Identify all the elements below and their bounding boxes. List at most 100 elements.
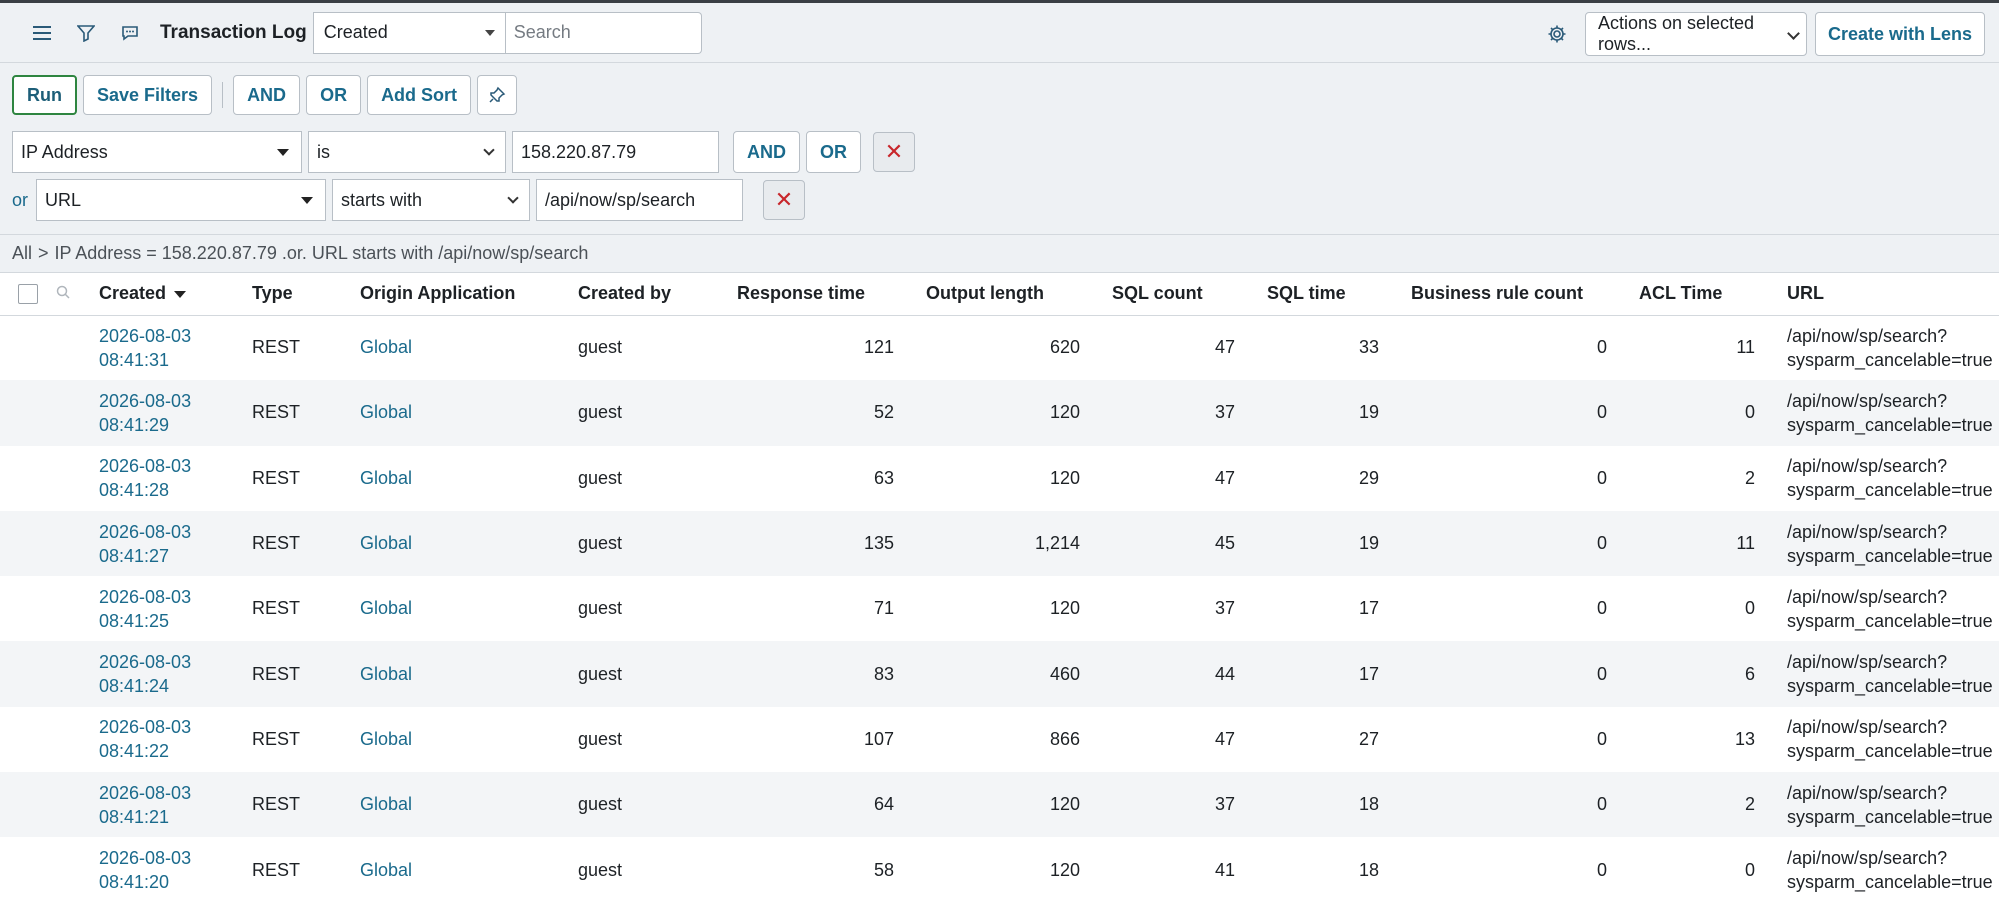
close-icon[interactable]: ✕ <box>763 180 805 220</box>
created-date: 2026-08-03 <box>99 782 192 803</box>
type-cell: REST <box>252 467 301 488</box>
add-sort-button[interactable]: Add Sort <box>367 75 472 115</box>
run-button[interactable]: Run <box>12 75 77 115</box>
url-cell: /api/now/sp/search? sysparm_cancelable=tr… <box>1781 641 1999 707</box>
sql-time-cell: 33 <box>1358 337 1379 358</box>
column-header-created-by[interactable]: Created by <box>572 273 731 316</box>
response-time-cell: 83 <box>731 641 920 707</box>
close-icon[interactable]: ✕ <box>873 132 915 172</box>
table-row[interactable]: 2026-08-03 08:41:24 REST Global guest 83 460 44… <box>0 641 1999 707</box>
url-line-1: /api/now/sp/search? <box>1787 521 1948 542</box>
table-row[interactable]: 2026-08-03 08:41:21 REST Global guest 64 120 37… <box>0 772 1999 838</box>
actions-select[interactable]: Actions on selected rows... <box>1584 12 1807 56</box>
column-header-sql-time[interactable]: SQL time <box>1261 273 1405 316</box>
condition-and-button[interactable]: AND <box>733 131 800 173</box>
column-header-url[interactable]: URL <box>1781 273 1999 316</box>
url-cell: /api/now/sp/search? sysparm_cancelable=tr… <box>1781 837 1999 902</box>
funnel-icon[interactable] <box>64 11 108 55</box>
origin-cell: Global <box>354 837 572 902</box>
origin-application-link[interactable]: Global <box>360 664 412 684</box>
origin-application-link[interactable]: Global <box>360 402 412 422</box>
menu-icon[interactable] <box>20 11 64 55</box>
origin-application-link[interactable]: Global <box>360 860 412 880</box>
column-header-type[interactable]: Type <box>246 273 354 316</box>
row-select-cell <box>0 707 50 772</box>
table-row[interactable]: 2026-08-03 08:41:28 REST Global guest 63 120 47… <box>0 446 1999 511</box>
field-select[interactable]: IP Address <box>12 131 302 173</box>
url-line-2: sysparm_cancelable=true <box>1787 676 1993 697</box>
row-spacer-cell <box>50 576 93 641</box>
operator-select[interactable]: is <box>308 131 506 173</box>
add-or-button[interactable]: OR <box>306 75 362 115</box>
created-time: 08:41:20 <box>99 872 170 893</box>
select-all-checkbox[interactable] <box>18 283 38 304</box>
origin-application-link[interactable]: Global <box>360 598 412 618</box>
condition-or-button[interactable]: OR <box>806 131 861 173</box>
value-input[interactable]: /api/now/sp/search <box>536 179 743 221</box>
save-filters-button[interactable]: Save Filters <box>83 75 213 115</box>
url-line-1: /api/now/sp/search? <box>1787 325 1948 346</box>
acl-time-cell: 2 <box>1744 467 1755 488</box>
operator-select[interactable]: starts with <box>332 179 530 221</box>
origin-cell: Global <box>354 315 572 380</box>
origin-application-link[interactable]: Global <box>360 337 412 357</box>
url-line-2: sysparm_cancelable=true <box>1787 610 1993 631</box>
search-icon[interactable] <box>56 286 70 302</box>
output-length-cell: 120 <box>1049 598 1080 619</box>
operator-select-value: starts with <box>341 189 423 210</box>
created-link[interactable]: 2026-08-03 08:41:28 <box>99 456 191 500</box>
column-header-sql-count[interactable]: SQL count <box>1106 273 1261 316</box>
created-link[interactable]: 2026-08-03 08:41:31 <box>99 326 191 370</box>
table-row[interactable]: 2026-08-03 08:41:25 REST Global guest 71 120 37… <box>0 576 1999 641</box>
created-link[interactable]: 2026-08-03 08:41:25 <box>99 587 191 631</box>
created-date: 2026-08-03 <box>99 652 192 673</box>
created-link[interactable]: 2026-08-03 08:41:21 <box>99 783 191 827</box>
view-select[interactable]: Created <box>312 11 506 54</box>
acl-time-cell: 11 <box>1736 337 1755 358</box>
breadcrumb-separator: > <box>38 243 49 263</box>
column-header-created[interactable]: Created <box>93 273 246 316</box>
created-link[interactable]: 2026-08-03 08:41:27 <box>99 522 191 566</box>
search-input[interactable]: Search <box>505 11 702 54</box>
list-title: Transaction Log <box>160 21 307 43</box>
response-time-cell: 52 <box>731 380 920 446</box>
table-row[interactable]: 2026-08-03 08:41:22 REST Global guest 107 866 4… <box>0 707 1999 772</box>
created-link[interactable]: 2026-08-03 08:41:24 <box>99 652 191 696</box>
pin-icon[interactable] <box>477 75 518 115</box>
table-header-row: Created Type Origin Application Created … <box>0 273 1999 316</box>
value-input[interactable]: 158.220.87.79 <box>512 131 719 173</box>
origin-application-link[interactable]: Global <box>360 794 412 814</box>
column-header-acl-time[interactable]: ACL Time <box>1633 273 1781 316</box>
output-length-cell: 120 <box>1049 467 1080 488</box>
field-select[interactable]: URL <box>36 179 326 221</box>
table-row[interactable]: 2026-08-03 08:41:27 REST Global guest 135 1,21… <box>0 510 1999 577</box>
column-header-response-time[interactable]: Response time <box>731 273 920 316</box>
type-cell: REST <box>252 859 301 880</box>
gear-icon[interactable] <box>1537 12 1577 56</box>
comment-icon[interactable] <box>108 11 152 55</box>
column-header-origin-application[interactable]: Origin Application <box>354 273 572 316</box>
breadcrumb-query[interactable]: IP Address = 158.220.87.79 .or. URL star… <box>55 243 589 264</box>
table-row[interactable]: 2026-08-03 08:41:31 REST Global guest 121 620 4… <box>0 315 1999 380</box>
created-link[interactable]: 2026-08-03 08:41:20 <box>99 848 191 892</box>
origin-application-link[interactable]: Global <box>360 729 412 749</box>
breadcrumb-all[interactable]: All <box>12 243 32 264</box>
table-row[interactable]: 2026-08-03 08:41:20 REST Global guest 58 120 41… <box>0 837 1999 902</box>
add-and-button[interactable]: AND <box>233 75 301 115</box>
url-line-1: /api/now/sp/search? <box>1787 652 1948 673</box>
table-row[interactable]: 2026-08-03 08:41:29 REST Global guest 52 120 37… <box>0 380 1999 446</box>
transaction-table: Created Type Origin Application Created … <box>0 273 1999 903</box>
origin-cell: Global <box>354 446 572 511</box>
create-with-lens-button[interactable]: Create with Lens <box>1814 12 1985 56</box>
created-link[interactable]: 2026-08-03 08:41:22 <box>99 717 191 761</box>
caret-down-icon <box>484 29 495 36</box>
origin-application-link[interactable]: Global <box>360 468 412 488</box>
sql-time-cell: 17 <box>1261 641 1405 707</box>
created-by-cell: guest <box>572 510 731 577</box>
origin-application-link[interactable]: Global <box>360 533 412 553</box>
created-link[interactable]: 2026-08-03 08:41:29 <box>99 391 191 435</box>
column-header-business-rule-count[interactable]: Business rule count <box>1405 273 1633 316</box>
column-header-output-length[interactable]: Output length <box>920 273 1106 316</box>
sql-count-cell: 47 <box>1214 337 1235 358</box>
output-length-cell: 620 <box>1049 337 1080 358</box>
